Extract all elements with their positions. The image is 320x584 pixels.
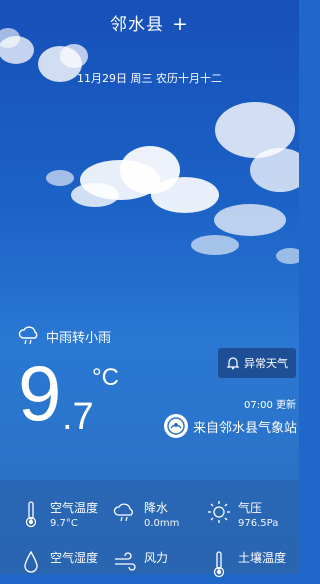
rain-cloud-icon [18,326,38,345]
humidity-drop-icon [24,550,38,573]
thermometer-icon [25,501,37,528]
add-city-icon[interactable]: + [172,13,189,35]
bell-icon [226,357,240,370]
detail-air-humidity[interactable]: 空气湿度 [18,550,98,584]
abnormal-weather-button[interactable]: 异常天气 [218,348,296,378]
temperature-unit: °C [92,364,119,391]
rain-cloud-icon [113,503,133,522]
detail-value: 976.5Pa [238,518,279,529]
city-name[interactable]: 邻水县 [110,15,164,35]
update-time: 07:00 更新 [244,400,296,411]
detail-value: 0.0mm [144,518,180,529]
detail-label: 风力 [144,551,169,565]
detail-value: 9.7°C [50,518,78,529]
condition-row: 中雨转小雨 [18,326,111,346]
temperature-integer: 9 [18,349,61,437]
temperature-decimal: .7 [62,396,94,438]
city-header[interactable]: 邻水县 + [0,10,299,35]
detail-precipitation[interactable]: 降水 0.0mm [112,500,179,534]
detail-air-pressure[interactable]: 气压 976.5Pa [206,500,278,534]
detail-label: 土壤温度 [238,551,287,565]
wind-icon [115,552,136,571]
detail-label: 气压 [238,501,263,515]
weather-station-source[interactable]: 来自邻水县气象站 [164,414,297,438]
station-name: 来自邻水县气象站 [193,420,298,436]
abnormal-weather-label: 异常天气 [244,357,288,370]
meteorology-logo-icon [164,414,188,438]
date-line: 11月29日 周三 农历十月十二 [77,72,222,85]
detail-wind[interactable]: 风力 [112,550,168,584]
detail-label: 空气湿度 [50,551,99,565]
detail-soil-temperature[interactable]: 土壤温度 [206,550,286,584]
detail-label: 空气温度 [50,501,99,515]
detail-label: 降水 [144,501,169,515]
sun-icon [208,501,230,523]
detail-air-temperature[interactable]: 空气温度 9.7°C [18,500,98,534]
condition-text: 中雨转小雨 [46,330,112,346]
